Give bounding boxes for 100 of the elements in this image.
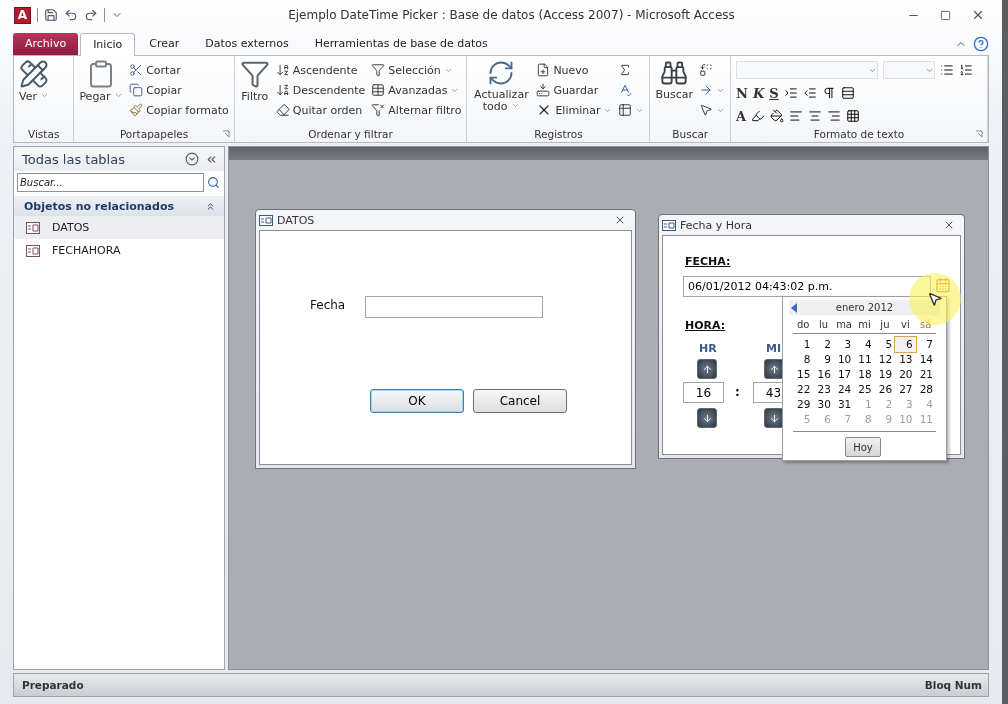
calendar-day[interactable]: 29 (793, 397, 814, 412)
ribbon-button[interactable]: Ascendente (275, 60, 366, 80)
calendar-day[interactable]: 10 (833, 352, 855, 367)
ribbon-button[interactable]: Pegar (79, 59, 124, 126)
nav-group-header[interactable]: Objetos no relacionados (14, 196, 224, 216)
launcher-icon[interactable] (973, 130, 983, 138)
arrow-up-icon (768, 363, 780, 375)
calendar-day[interactable]: 21 (915, 367, 936, 382)
ribbon-button[interactable]: Nuevo (536, 60, 613, 80)
format-button[interactable]: S (769, 85, 779, 101)
ribbon-button[interactable]: Eliminar (536, 100, 613, 120)
ribbon-button[interactable]: Buscar (655, 59, 693, 126)
calendar-day[interactable]: 13 (895, 352, 916, 367)
calendar-day[interactable]: 19 (874, 367, 896, 382)
search-field[interactable]: Buscar... (17, 173, 204, 192)
calendar-day[interactable]: 26 (874, 382, 896, 397)
weekday-label: ma (835, 318, 853, 332)
highlighter-icon (751, 109, 766, 123)
group-title: Formato de texto (812, 126, 906, 142)
calendar-day[interactable]: 12 (874, 352, 896, 367)
form-icon (662, 219, 676, 231)
calendar-day[interactable]: 14 (915, 352, 936, 367)
time-field[interactable]: 16 (683, 382, 724, 403)
search-icon[interactable] (207, 176, 220, 189)
calendar-day[interactable]: 25 (854, 382, 875, 397)
ribbon-tab[interactable]: Datos externos (193, 33, 301, 55)
calendar-day[interactable]: 24 (833, 382, 855, 397)
binoculars-icon (660, 59, 689, 87)
calendar-day[interactable]: 3 (833, 337, 855, 352)
ribbon-button[interactable]: Descendente (275, 80, 366, 100)
sort-descending-icon (275, 83, 290, 97)
decrease-button[interactable] (697, 408, 717, 428)
calendar-day[interactable]: 6 (895, 337, 916, 352)
dropdown-icon[interactable] (185, 152, 199, 166)
calendar-day[interactable]: 11 (854, 352, 875, 367)
ribbon-tab[interactable]: Herramientas de base de datos (302, 33, 500, 55)
ribbon-tab[interactable]: Crear (137, 33, 192, 55)
calendar-day[interactable]: 8 (793, 352, 814, 367)
ribbon-button[interactable]: Alternar filtro (371, 100, 462, 120)
decrease-button[interactable] (764, 408, 784, 428)
funnel-icon (239, 59, 270, 89)
calendar-day[interactable]: 1 (793, 337, 814, 352)
calendar-day[interactable]: 30 (813, 397, 834, 412)
date-time-field[interactable]: 06/01/2012 04:43:02 p.m. (683, 276, 931, 297)
calendar-day[interactable]: 20 (895, 367, 916, 382)
calendar-day[interactable]: 9 (813, 352, 834, 367)
save-icon[interactable] (44, 8, 58, 22)
nav-item[interactable]: DATOS (14, 216, 224, 239)
ribbon-button[interactable]: Filtro (239, 59, 270, 126)
ribbon-button[interactable]: Avanzadas (371, 80, 462, 100)
calendar-day[interactable]: 15 (793, 367, 814, 382)
paint-bucket-icon (770, 109, 785, 123)
ribbon-button[interactable]: Quitar orden (275, 100, 366, 120)
gridlines-icon (840, 86, 855, 100)
previous-month-icon[interactable] (791, 302, 797, 313)
form-icon (26, 244, 40, 257)
font-color-button[interactable]: A (736, 108, 747, 124)
ribbon-button[interactable]: Copiar (129, 80, 229, 100)
increase-button[interactable] (697, 359, 717, 379)
date-field[interactable] (365, 296, 543, 318)
dialog-button[interactable]: OK (370, 389, 464, 413)
dialog-button[interactable]: Cancel (473, 389, 567, 413)
group-title: Ordenar y filtrar (307, 126, 394, 142)
ribbon-tab[interactable]: Inicio (80, 33, 136, 56)
ribbon-button[interactable]: Selección (371, 60, 462, 80)
calendar-day[interactable]: 7 (915, 337, 936, 352)
redo-icon[interactable] (84, 8, 98, 22)
weekday-label: lu (818, 318, 830, 332)
ribbon-button[interactable]: Cortar (129, 60, 229, 80)
copy-icon (129, 83, 144, 97)
form-icon (259, 214, 273, 226)
increase-button[interactable] (764, 359, 784, 379)
format-button[interactable]: K (752, 85, 765, 101)
calendar-day[interactable]: 31 (833, 397, 855, 412)
ribbon-button[interactable]: Guardar (536, 80, 613, 100)
ribbon-button[interactable]: Actualizar todo (472, 59, 531, 126)
app-logo: A (14, 6, 31, 24)
calendar-day[interactable]: 27 (895, 382, 916, 397)
calendar-day[interactable]: 4 (854, 337, 875, 352)
format-button[interactable]: N (736, 85, 748, 101)
today-button[interactable]: Hoy (845, 437, 881, 457)
filter-toggle-icon (371, 103, 386, 117)
status-text: Bloq Num (924, 679, 982, 691)
calendar-day[interactable]: 28 (915, 382, 936, 397)
calendar-day[interactable]: 17 (833, 367, 855, 382)
sort-ascending-icon (275, 63, 290, 77)
calendar-day[interactable]: 18 (854, 367, 875, 382)
undo-icon[interactable] (64, 8, 78, 22)
new-record-icon (536, 63, 551, 77)
calendar-day[interactable]: 16 (813, 367, 834, 382)
help-icon[interactable] (973, 36, 989, 52)
ribbon-button[interactable]: Ver (19, 59, 50, 126)
calendar-day[interactable]: 23 (813, 382, 834, 397)
ribbon-tab[interactable]: Archivo (13, 33, 79, 55)
calendar-day[interactable]: 22 (793, 382, 814, 397)
group-title: Buscar (671, 126, 710, 142)
caret-icon (511, 101, 520, 110)
calendar-day[interactable]: 2 (813, 337, 834, 352)
ribbon-button[interactable]: Copiar formato (129, 100, 229, 120)
calendar-day[interactable]: 5 (874, 337, 896, 352)
